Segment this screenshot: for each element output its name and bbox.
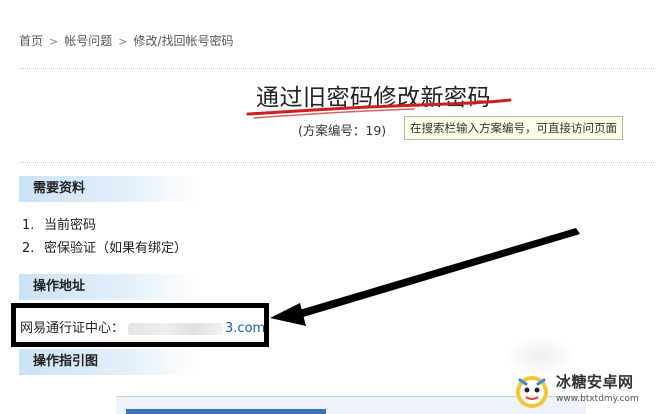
help-page: 首页 > 帐号问题 > 修改/找回帐号密码 通过旧密码修改新密码 (方案编号：19) 在… <box>0 0 656 414</box>
watermark-url: www.btxtdmy.com <box>556 394 639 404</box>
watermark: 冰糖安卓网 www.btxtdmy.com <box>512 370 656 414</box>
watermark-logo-icon <box>516 376 548 408</box>
guide-image-bar <box>126 409 326 414</box>
watermark-name: 冰糖安卓网 <box>556 373 634 391</box>
